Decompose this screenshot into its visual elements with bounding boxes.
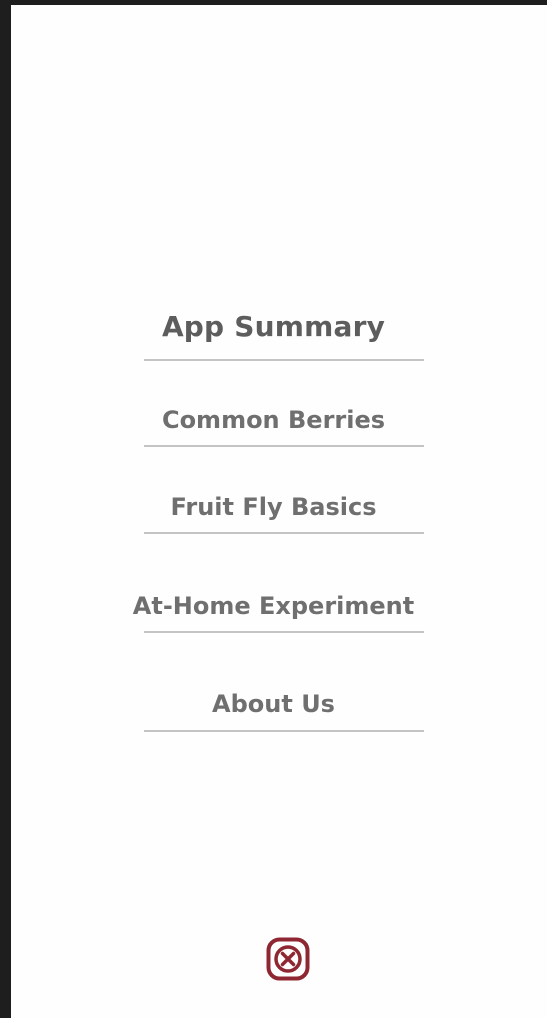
menu-item-underline: [144, 445, 424, 447]
close-button[interactable]: [266, 937, 310, 981]
menu-item-underline: [144, 730, 424, 732]
menu-item-underline: [144, 359, 424, 361]
menu-item-about-us[interactable]: About Us: [0, 690, 547, 718]
menu-item-common-berries[interactable]: Common Berries: [0, 406, 547, 434]
menu-item-fruit-fly-basics[interactable]: Fruit Fly Basics: [0, 493, 547, 521]
menu-item-app-summary[interactable]: App Summary: [0, 310, 547, 343]
close-icon: [266, 937, 310, 981]
menu-item-at-home-experiment[interactable]: At-Home Experiment: [0, 592, 547, 620]
menu-item-underline: [144, 631, 424, 633]
menu-item-underline: [144, 532, 424, 534]
